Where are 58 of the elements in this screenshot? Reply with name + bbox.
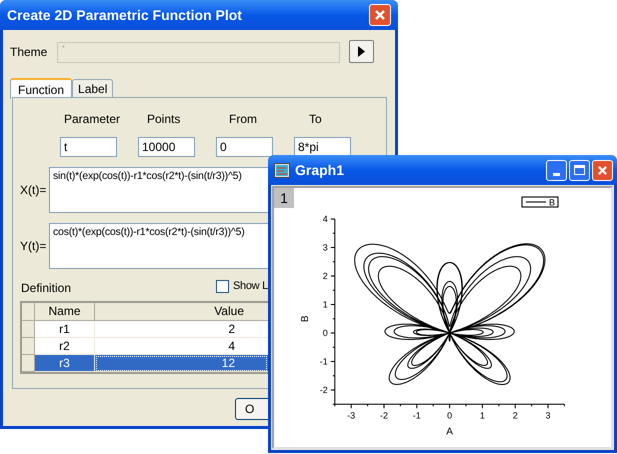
window-title: Create 2D Parametric Function Plot — [7, 6, 242, 24]
x-tick-label: 0 — [447, 410, 452, 420]
close-icon — [374, 9, 386, 21]
legend-box — [522, 196, 558, 208]
y-tick-label: 0 — [322, 328, 328, 338]
layer-label[interactable]: 1 — [274, 188, 294, 208]
checkbox-label: Show L — [233, 279, 268, 294]
x-tick-label: -2 — [380, 410, 388, 420]
ok-button[interactable]: O — [235, 398, 268, 420]
close-button[interactable] — [592, 160, 613, 180]
x-tick-label: 2 — [512, 410, 518, 420]
table-cell[interactable]: 4 — [95, 338, 268, 355]
definition-label: Definition — [21, 280, 72, 297]
y-tick-label: 3 — [322, 242, 328, 252]
y-axis-label: B — [300, 315, 311, 322]
checkbox[interactable] — [216, 280, 229, 293]
expression-field[interactable]: sin(t)*(exp(cos(t))-r1*cos(r2*t)-(sin(t/r3))^5) — [49, 167, 268, 213]
theme-label: Theme — [10, 44, 48, 61]
expression-label: Y(t)= — [20, 238, 48, 255]
y-tick-label: 4 — [322, 214, 328, 224]
y-tick-label: 2 — [322, 271, 328, 281]
input-field[interactable]: 10000 — [138, 137, 195, 157]
y-tick-label: -1 — [320, 356, 328, 366]
x-tick-label: 1 — [480, 410, 485, 420]
x-axis-label: A — [446, 426, 453, 438]
field-label: From — [229, 111, 257, 128]
input-field[interactable]: 0 — [216, 137, 273, 157]
expression-label: X(t)= — [20, 182, 48, 199]
minimize-icon — [553, 172, 560, 176]
play-button[interactable] — [349, 40, 374, 63]
close-button[interactable] — [369, 4, 391, 26]
field-label: Parameter — [64, 111, 120, 128]
legend-label: B — [549, 198, 556, 208]
x-tick-label: -1 — [412, 410, 421, 420]
x-tick-label: -3 — [347, 410, 356, 420]
y-tick-label: -2 — [320, 385, 328, 395]
table-cell[interactable]: 2 — [95, 321, 268, 338]
maximize-button[interactable] — [569, 160, 590, 180]
tab[interactable]: Label — [72, 79, 114, 98]
graph-icon — [274, 162, 290, 178]
field-label: Points — [147, 111, 180, 128]
minimize-button[interactable] — [546, 160, 567, 180]
close-icon — [597, 164, 608, 176]
table-cell[interactable]: r2 — [35, 338, 95, 355]
maximize-icon — [574, 165, 585, 175]
play-icon — [358, 46, 365, 57]
field-label: To — [309, 111, 322, 128]
table-cell[interactable]: 12 — [95, 355, 268, 372]
x-tick-label: 3 — [546, 410, 550, 420]
tab[interactable]: Function — [10, 78, 72, 99]
input-field[interactable]: t — [60, 137, 117, 157]
corner-header — [22, 303, 35, 321]
window-title: Graph1 — [295, 160, 346, 180]
input-field[interactable]: 8*pi — [294, 137, 351, 157]
expression-field[interactable]: cos(t)*(exp(cos(t))-r1*cos(r2*t)-(sin(t/r3))^5) — [49, 223, 268, 269]
y-tick-label: 1 — [322, 300, 328, 310]
table-cell[interactable]: r3 — [35, 355, 95, 372]
table-cell[interactable]: r1 — [35, 321, 95, 338]
